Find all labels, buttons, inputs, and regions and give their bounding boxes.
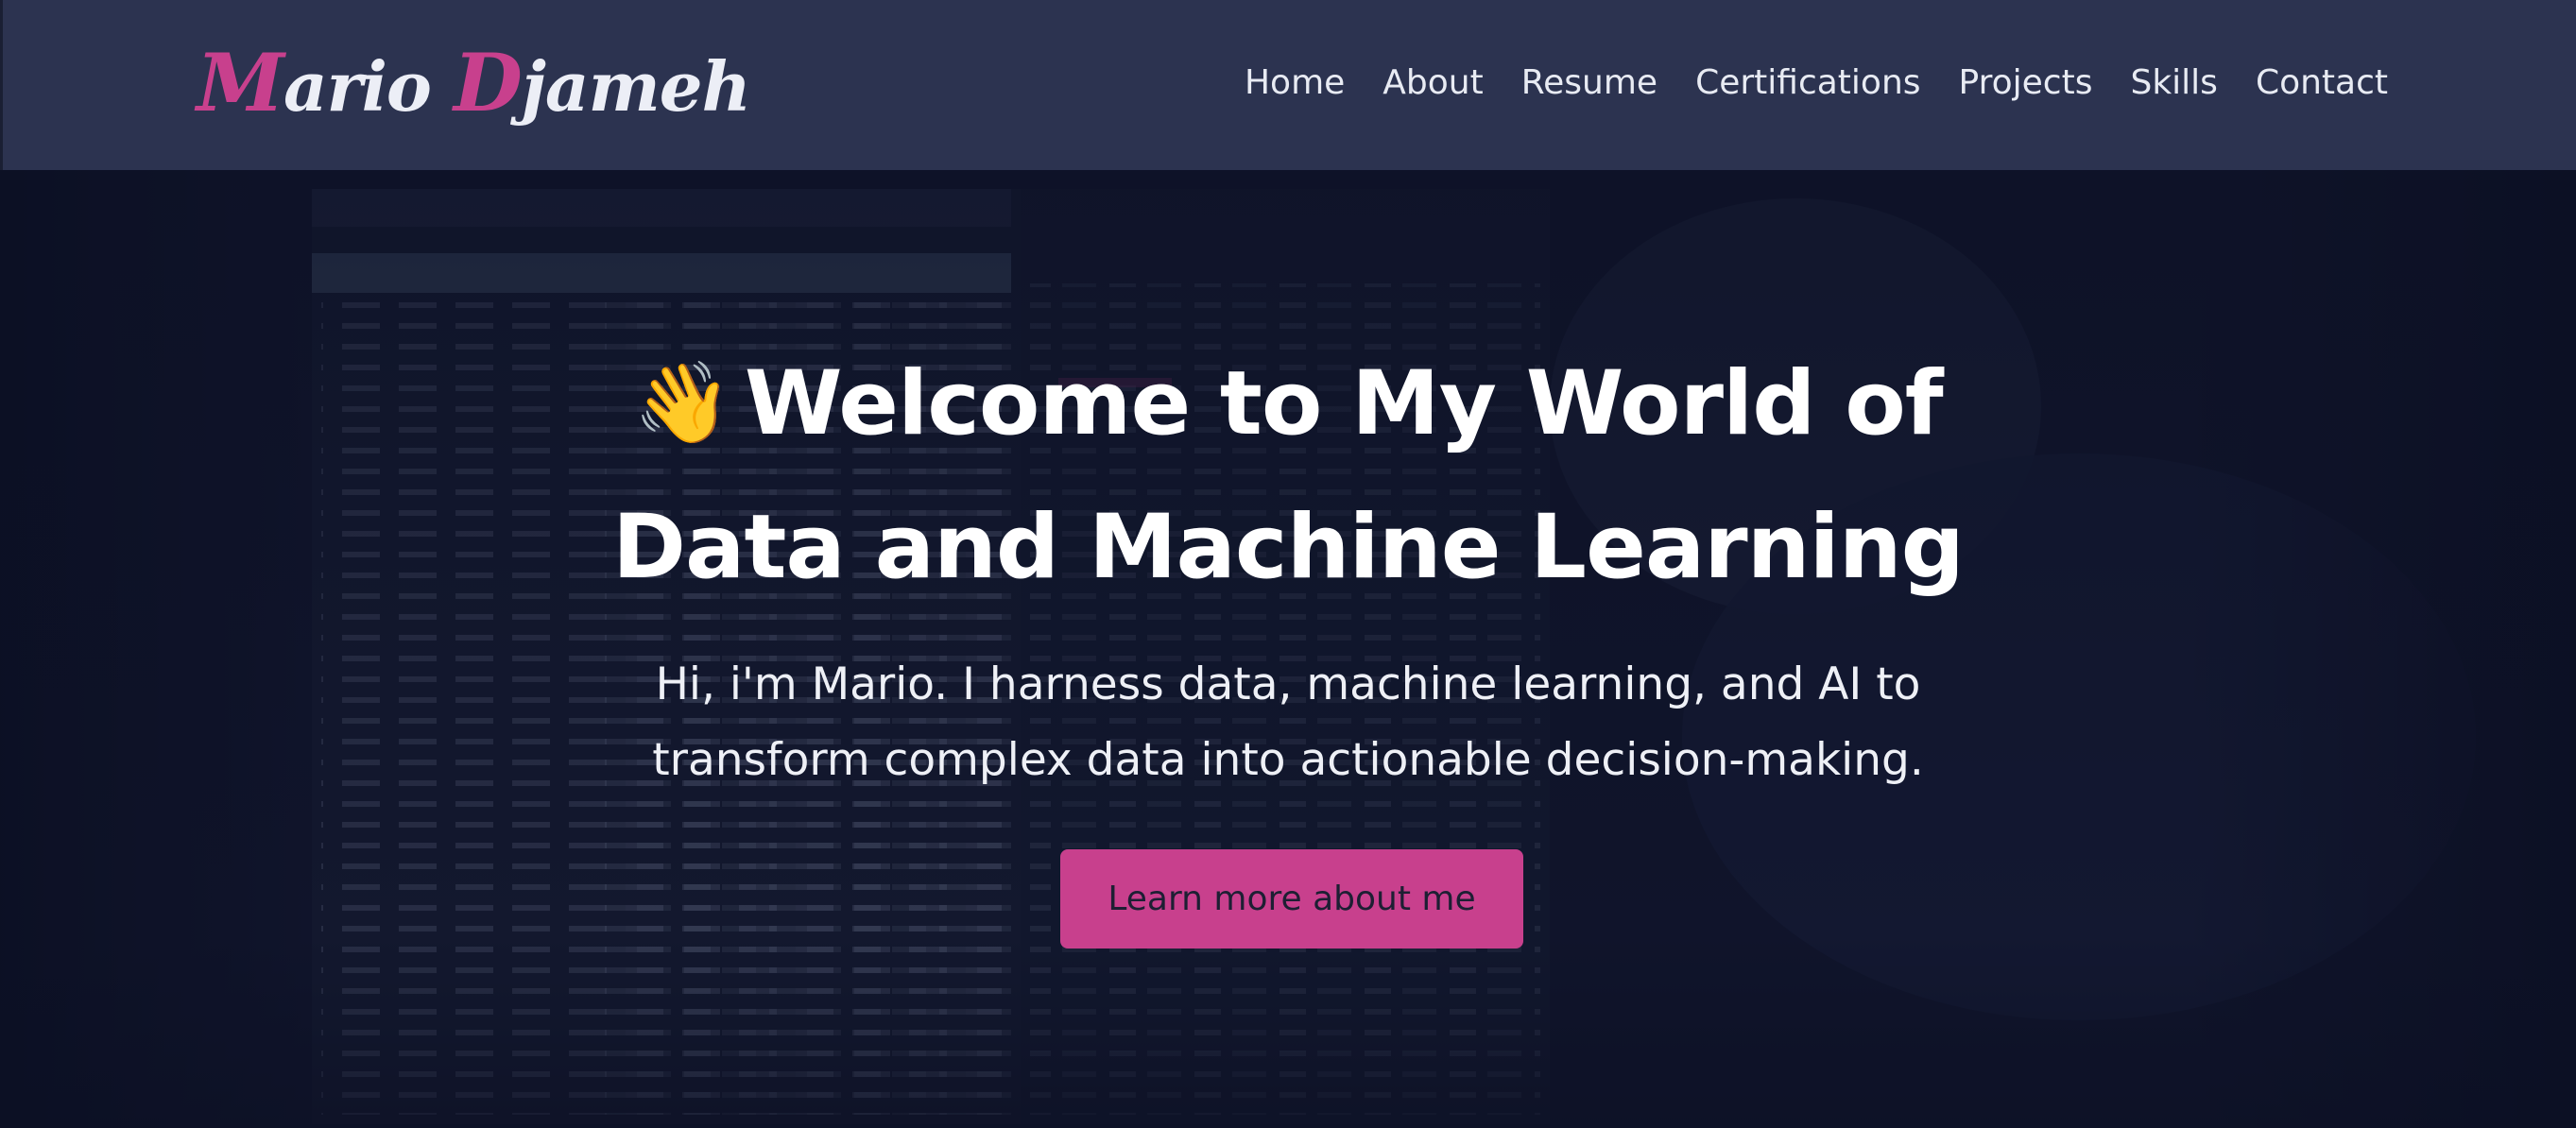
waving-hand-icon: 👋 [633,356,732,449]
learn-more-button[interactable]: Learn more about me [1060,849,1523,949]
nav-link-projects[interactable]: Projects [1959,59,2093,108]
nav-link-contact[interactable]: Contact [2256,59,2388,108]
brand-logo[interactable]: Mario Djameh [197,36,751,129]
nav-link-certifications[interactable]: Certifications [1695,59,1920,108]
hero-title-line1: Welcome to My World of [744,352,1944,455]
navbar: Mario Djameh Home About Resume Certifica… [0,0,2576,170]
portfolio-page: Mario Djameh Home About Resume Certifica… [0,0,2576,1128]
hero-title: 👋 Welcome to My World of Data and Machine… [532,331,2044,620]
nav-link-home[interactable]: Home [1245,59,1345,108]
hero-section: 👋 Welcome to My World of Data and Machine… [0,170,2576,1128]
hero-title-line2: Data and Machine Learning [612,496,1965,599]
hero-subtitle-line2: transform complex data into actionable d… [652,734,1924,786]
logo-first-initial: M [197,36,284,129]
nav-link-resume[interactable]: Resume [1521,59,1657,108]
logo-last-rest: jameh [521,46,751,127]
hero-subtitle: Hi, i'm Mario. I harness data, machine l… [579,647,1997,798]
logo-last-initial: D [454,36,523,129]
logo-first-rest: ario [283,46,432,127]
hero-subtitle-line1: Hi, i'm Mario. I harness data, machine l… [655,658,1921,710]
nav-menu: Home About Resume Certifications Project… [1245,59,2388,108]
nav-link-about[interactable]: About [1382,59,1483,108]
nav-link-skills[interactable]: Skills [2130,59,2217,108]
